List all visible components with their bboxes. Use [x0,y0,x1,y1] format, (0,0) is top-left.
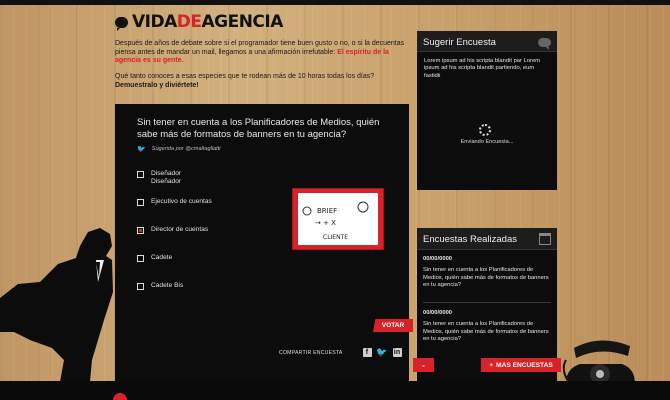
share-poll: COMPARTIR ENCUESTA f 🐦 in [279,347,402,357]
twitter-icon[interactable]: 🐦 [376,347,387,357]
intro-paragraph: Después de años de debate sobre si el pr… [115,40,405,65]
poll-option-cadete-bis[interactable]: Cadete Bis [137,282,212,310]
suggest-title: Sugerir Encuesta [423,37,496,48]
whiteboard-line-1: BRIEF [317,207,337,215]
logo-text: VIDADEAGENCIA [132,12,283,32]
poll-option-director[interactable]: Director de cuentas [137,226,212,254]
footer-bar [0,381,670,400]
share-label: COMPARTIR ENCUESTA [279,349,343,356]
speech-bubble-icon [115,16,128,31]
calendar-icon [539,233,551,245]
poll-option-cadete[interactable]: Cadete [137,254,212,282]
suggest-text: Lorem ipsum ad his scripta blandit par L… [424,58,540,79]
completed-poll-item[interactable]: 00/00/0000 Sin tener en cuenta a los Pla… [423,256,551,290]
whiteboard-line-3: CLIENTE [323,234,348,241]
checkbox[interactable] [137,199,144,206]
site-logo[interactable]: VIDADEAGENCIA [115,12,283,32]
facebook-icon[interactable]: f [362,348,372,357]
checkbox[interactable] [137,283,144,290]
top-bar [0,0,670,5]
chat-icon [538,38,551,50]
poll-option-ejecutivo[interactable]: Ejecutivo de cuentas [137,198,212,226]
suggest-poll-panel: Sugerir Encuesta Lorem ipsum ad his scri… [417,31,557,190]
more-polls-button[interactable]: + MAS ENCUESTAS [481,358,561,372]
linkedin-icon[interactable]: in [392,348,402,357]
checkbox-checked[interactable] [137,227,144,234]
whiteboard-illustration: BRIEF → + X CLIENTE [292,188,384,250]
whiteboard-line-2: → + X [315,219,336,227]
completed-header: Encuestas Realizadas [417,228,557,250]
suggest-header: Sugerir Encuesta [417,31,557,52]
divider [423,302,551,303]
poll-question: Sin tener en cuenta a los Planificadores… [137,117,380,140]
checkbox[interactable] [137,171,144,178]
collapse-button[interactable]: - [413,358,434,372]
suggested-by: 🐦 Sugerida por @cmaltagliatti [137,146,221,153]
seated-man-silhouette [0,228,113,382]
intro-call-to-action: Qué tanto conoces a esas especies que te… [115,73,375,89]
vote-button[interactable]: VOTAR [373,319,413,332]
sending-status: Enviando Encuesta... [460,139,514,145]
loading-spinner-icon [479,124,491,136]
twitter-bird-icon: 🐦 [137,146,146,153]
checkbox[interactable] [137,255,144,262]
poll-panel: Sin tener en cuenta a los Planificadores… [115,104,413,381]
poll-options: Diseñador Diseñador Ejecutivo de cuentas… [137,170,212,310]
completed-title: Encuestas Realizadas [423,234,517,245]
footer-logo-icon[interactable] [113,393,127,400]
poll-option-disenador[interactable]: Diseñador Diseñador [137,170,212,198]
completed-poll-item[interactable]: 00/00/0000 Sin tener en cuenta a los Pla… [423,310,551,344]
